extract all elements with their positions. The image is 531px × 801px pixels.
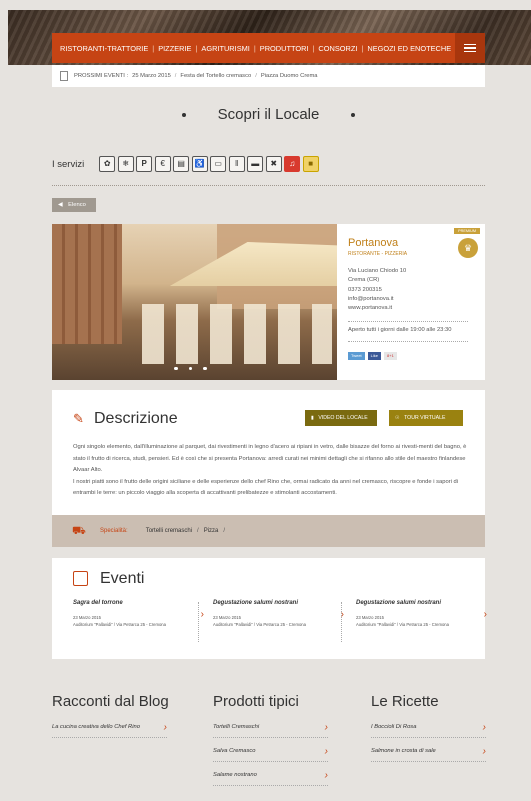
main-navigation: RISTORANTI-TRATTORIE | PIZZERIE | AGRITU…: [52, 33, 485, 63]
blog-column: Racconti dal Blog La cucina creativa del…: [52, 693, 169, 738]
bowl-icon[interactable]: ▬: [247, 156, 264, 172]
video-camera-icon: ▮: [311, 415, 314, 421]
slide-dot[interactable]: [174, 366, 178, 370]
title-bullet: [181, 113, 186, 118]
events-section: Eventi Sagra del torrone 23 Marzo 2015 A…: [52, 558, 487, 659]
chevron-right-icon: ›: [483, 609, 487, 620]
chevron-right-icon: ›: [163, 722, 167, 733]
list-item[interactable]: Tortelli Cremaschi ›: [213, 722, 328, 738]
chef-hat-icon: ♛: [458, 238, 478, 258]
column-title: Le Ricette: [371, 693, 439, 710]
ticker-event-link[interactable]: Festa del Tortello cremasco: [180, 73, 251, 79]
events-ticker: PROSSIMI EVENTI : 25 Marzo 2015 / Festa …: [52, 65, 485, 87]
list-item[interactable]: Salva Cremasco ›: [213, 746, 328, 762]
description-title: Descrizione: [94, 410, 178, 427]
venue-photo-slider[interactable]: [52, 224, 337, 380]
slider-pagination: [174, 366, 207, 370]
menu-toggle-button[interactable]: [455, 33, 485, 63]
venue-email[interactable]: info@portanova.it: [348, 295, 406, 304]
description-text: Ogni singolo elemento, dall'illuminazion…: [73, 444, 467, 496]
specialties-bar: ⛟ Specialità: Tortelli cremaschi / Pizza…: [52, 515, 485, 547]
specialty-link[interactable]: Tortelli cremaschi: [146, 528, 192, 534]
cloche-icon: ⛟: [72, 525, 86, 537]
venue-address: Via Luciano Chiodo 10 Crema (CR) 0373 20…: [348, 267, 406, 313]
products-column: Prodotti tipici Tortelli Cremaschi › Sal…: [213, 693, 328, 786]
slide-dot[interactable]: [203, 366, 207, 370]
nav-item-produttori[interactable]: PRODUTTORI: [260, 44, 309, 53]
google-plus-button[interactable]: 8+1: [384, 352, 397, 360]
column-title: Racconti dal Blog: [52, 693, 169, 710]
ticker-place: Piazza Duomo Crema: [260, 73, 318, 79]
hamburger-icon: [464, 43, 476, 46]
page-title-text: Scopri il Locale: [217, 106, 320, 123]
facebook-like-button[interactable]: Like: [367, 352, 382, 360]
video-button[interactable]: ▮ VIDEO DEL LOCALE: [305, 410, 377, 426]
venue-website[interactable]: www.portanova.it: [348, 304, 406, 313]
chevron-right-icon: ›: [324, 770, 328, 781]
cutlery-icon[interactable]: ‖: [228, 156, 245, 172]
chevron-right-icon: ›: [324, 722, 328, 733]
venue-phone[interactable]: 0373 200315: [348, 286, 406, 295]
nav-item-negozi[interactable]: NEGOZI ED ENOTECHE: [367, 44, 451, 53]
nav-item-agriturismi[interactable]: AGRITURISMI: [201, 44, 249, 53]
specialties-label: Specialità:: [100, 528, 128, 534]
parking-icon[interactable]: P: [136, 156, 153, 172]
chevron-right-icon: ›: [324, 746, 328, 757]
gift-icon[interactable]: ■: [302, 156, 319, 172]
pencil-icon: ✎: [73, 411, 84, 426]
calendar-icon: [73, 571, 88, 586]
no-smoking-icon[interactable]: ✖: [265, 156, 282, 172]
wheelchair-icon[interactable]: ♿: [191, 156, 208, 172]
document-icon: [60, 71, 68, 81]
social-buttons: Tweet Like 8+1: [348, 352, 397, 360]
page-title: Scopri il Locale: [52, 106, 485, 123]
list-item[interactable]: Salmone in crosta di sale ›: [371, 746, 486, 762]
compass-icon: ☉: [395, 415, 400, 421]
services-label: I servizi: [52, 158, 85, 170]
chevron-right-icon: ›: [482, 722, 486, 733]
specialty-link[interactable]: Pizza: [204, 528, 219, 534]
event-item[interactable]: Degustazione salumi nostrani 23 Marzo 20…: [213, 600, 348, 645]
ticker-date: 25 Marzo 2015: [132, 73, 171, 79]
event-item[interactable]: Sagra del torrone 23 Marzo 2015 Auditori…: [73, 600, 208, 645]
ticket-icon[interactable]: ▭: [210, 156, 227, 172]
premium-badge: PREMIUM: [454, 228, 480, 234]
list-item[interactable]: I Boccioli Di Rosa ›: [371, 722, 486, 738]
list-item[interactable]: Salame nostrano ›: [213, 770, 328, 786]
ticker-label: PROSSIMI EVENTI :: [74, 73, 129, 79]
events-title: Eventi: [100, 570, 145, 587]
list-item[interactable]: La cucina creativa dello Chef Rino ›: [52, 722, 167, 738]
services-bar: I servizi ✿ ❄ P € ▤ ♿ ▭ ‖ ▬ ✖ ♫ ■: [52, 154, 485, 174]
slide-dot[interactable]: [188, 366, 192, 370]
snowflake-icon[interactable]: ❄: [117, 156, 134, 172]
recipes-column: Le Ricette I Boccioli Di Rosa › Salmone …: [371, 693, 486, 762]
nav-item-pizzerie[interactable]: PIZZERIE: [158, 44, 191, 53]
venue-card: PREMIUM ♛ Portanova RISTORANTE - PIZZERI…: [52, 224, 485, 380]
guitar-icon[interactable]: ♫: [284, 156, 301, 172]
chevron-left-icon: ◀: [58, 202, 63, 208]
chevron-right-icon: ›: [200, 609, 204, 620]
nav-item-consorzi[interactable]: CONSORZI: [318, 44, 357, 53]
virtual-tour-button[interactable]: ☉ TOUR VIRTUALE: [389, 410, 463, 426]
card-icon[interactable]: ▤: [173, 156, 190, 172]
venue-info: PREMIUM ♛ Portanova RISTORANTE - PIZZERI…: [348, 224, 480, 380]
column-title: Prodotti tipici: [213, 693, 299, 710]
leaf-icon[interactable]: ✿: [99, 156, 116, 172]
venue-name: Portanova: [348, 237, 399, 249]
event-item[interactable]: Degustazione salumi nostrani 23 Marzo 20…: [356, 600, 491, 645]
title-bullet: [351, 113, 356, 118]
venue-hours: Aperto tutti i giorni dalle 19:00 alle 2…: [348, 327, 452, 333]
venue-type: RISTORANTE - PIZZERIA: [348, 251, 408, 257]
back-to-list-button[interactable]: ◀ Elenco: [52, 198, 96, 212]
euro-icon[interactable]: €: [154, 156, 171, 172]
description-section: ✎ Descrizione ▮ VIDEO DEL LOCALE ☉ TOUR …: [52, 390, 485, 547]
divider: [52, 185, 485, 186]
nav-item-ristoranti[interactable]: RISTORANTI-TRATTORIE: [60, 44, 148, 53]
chevron-right-icon: ›: [482, 746, 486, 757]
tweet-button[interactable]: Tweet: [348, 352, 365, 360]
